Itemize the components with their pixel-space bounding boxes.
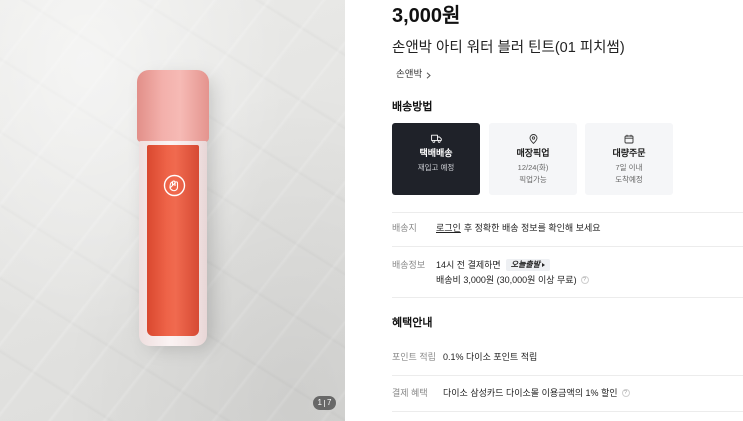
- calendar-icon: [624, 134, 634, 144]
- delivery-option-label: 택배배송: [419, 148, 453, 158]
- info-icon[interactable]: ?: [580, 276, 589, 284]
- bulk-arrival-note: 도착예정: [615, 175, 643, 184]
- chevron-right-icon: [426, 71, 431, 79]
- shipping-address-label: 배송지: [392, 223, 417, 233]
- brand-link[interactable]: 손앤박: [396, 69, 431, 81]
- delivery-option-store-pickup[interactable]: 매장픽업 12/24(화) 픽업가능: [489, 123, 577, 195]
- delivery-option-label: 대량주문: [612, 148, 646, 158]
- divider: [392, 375, 743, 376]
- brand-logo-icon: [163, 174, 186, 197]
- tint-fill: [147, 145, 199, 336]
- divider: [392, 411, 743, 412]
- bottle-body: [139, 141, 207, 346]
- benefits-title: 혜택안내: [392, 317, 433, 329]
- delivery-option-status: 재입고 예정: [417, 163, 455, 172]
- payment-benefit-label: 결제 혜택: [392, 388, 428, 398]
- info-icon[interactable]: ?: [621, 389, 630, 397]
- product-info-panel: 3,000원 손앤박 아티 워터 블러 틴트(01 피치썸) 손앤박 배송방법 …: [392, 0, 743, 421]
- delivery-option-label: 매장픽업: [516, 148, 550, 158]
- shipping-fee-text: 배송비 3,000원 (30,000원 이상 무료): [436, 275, 577, 285]
- location-pin-icon: [529, 134, 537, 144]
- delivery-method-title: 배송방법: [392, 101, 433, 113]
- pickup-date: 12/24(화): [517, 163, 549, 172]
- product-image-gallery[interactable]: 1 7: [0, 0, 345, 421]
- product-name: 손앤박 아티 워터 블러 틴트(01 피치썸): [392, 40, 625, 56]
- shipping-info-label: 배송정보: [392, 260, 426, 270]
- same-day-shipping-badge-text: 오늘출발: [510, 260, 541, 269]
- delivery-option-bulk-order[interactable]: 대량주문 7일 이내 도착예정: [585, 123, 673, 195]
- payment-benefit-text: 다이소 삼성카드 다이소몰 이용금액의 1% 할인: [443, 388, 618, 398]
- badge-arrow-icon: [542, 263, 546, 267]
- divider: [392, 246, 743, 247]
- delivery-option-parcel[interactable]: 택배배송 재입고 예정: [392, 123, 480, 195]
- brand-name: 손앤박: [396, 69, 423, 80]
- login-message: 후 정확한 배송 정보를 확인해 보세요: [463, 223, 601, 233]
- divider: [392, 297, 743, 298]
- product-price: 3,000원: [392, 5, 461, 27]
- bottle-cap: [137, 70, 209, 142]
- truck-icon: [430, 134, 442, 143]
- image-counter-current: 1: [317, 398, 322, 407]
- same-day-shipping-badge: 오늘출발: [505, 259, 551, 271]
- image-counter-badge: 1 7: [313, 396, 336, 410]
- point-benefit-text: 0.1% 다이소 포인트 적립: [443, 352, 538, 362]
- image-counter-separator: [324, 399, 325, 407]
- product-image: [137, 70, 213, 348]
- shipping-cutoff-text: 14시 전 결제하면: [436, 260, 501, 270]
- login-link[interactable]: 로그인: [436, 222, 461, 234]
- divider: [392, 212, 743, 213]
- pickup-status: 픽업가능: [519, 175, 547, 184]
- point-benefit-label: 포인트 적립: [392, 352, 436, 362]
- bulk-lead-time: 7일 이내: [615, 163, 643, 172]
- image-counter-total: 7: [327, 398, 332, 407]
